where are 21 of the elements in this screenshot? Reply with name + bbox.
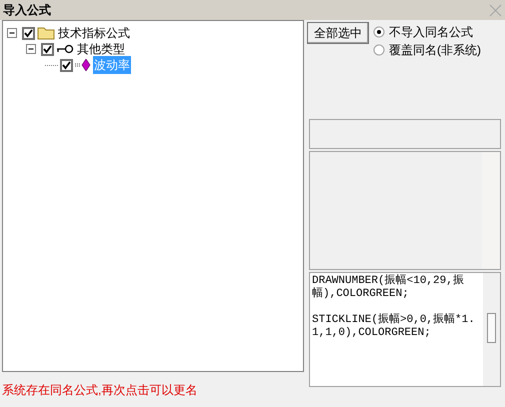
checkbox[interactable] bbox=[60, 58, 73, 72]
scrollbar-thumb[interactable] bbox=[487, 313, 496, 343]
radio-button[interactable] bbox=[373, 26, 385, 38]
gem-icon bbox=[75, 59, 91, 71]
option-label[interactable]: 覆盖同名(非系统) bbox=[389, 40, 481, 58]
checkbox[interactable] bbox=[22, 26, 35, 40]
collapse-icon[interactable] bbox=[26, 44, 37, 54]
formula-line: STICKLINE(振幅>0,0,振幅*1.1,1,0),COLORGREEN; bbox=[312, 314, 476, 340]
status-message: 系统存在同名公式,再次点击可以更名 bbox=[2, 382, 198, 398]
formula-line: DRAWNUMBER(振幅<10,29,振幅),COLORGREEN; bbox=[312, 275, 465, 301]
folder-icon bbox=[37, 26, 55, 40]
formula-text-area[interactable]: DRAWNUMBER(振幅<10,29,振幅),COLORGREEN; STICKLINE(振幅>0,0,振幅*1.1,1,0),COLORGREEN; bbox=[309, 272, 501, 387]
window-title: 导入公式 bbox=[3, 2, 51, 19]
key-icon bbox=[56, 44, 74, 54]
checkbox[interactable] bbox=[41, 42, 54, 56]
tree-item[interactable]: 技术指标公式 bbox=[57, 24, 131, 42]
radio-button[interactable] bbox=[373, 44, 385, 56]
collapse-icon[interactable] bbox=[7, 28, 18, 38]
select-all-button[interactable]: 全部选中 bbox=[307, 22, 369, 44]
tree-item[interactable]: 其他类型 bbox=[76, 40, 126, 58]
option-label[interactable]: 不导入同名公式 bbox=[389, 22, 473, 40]
